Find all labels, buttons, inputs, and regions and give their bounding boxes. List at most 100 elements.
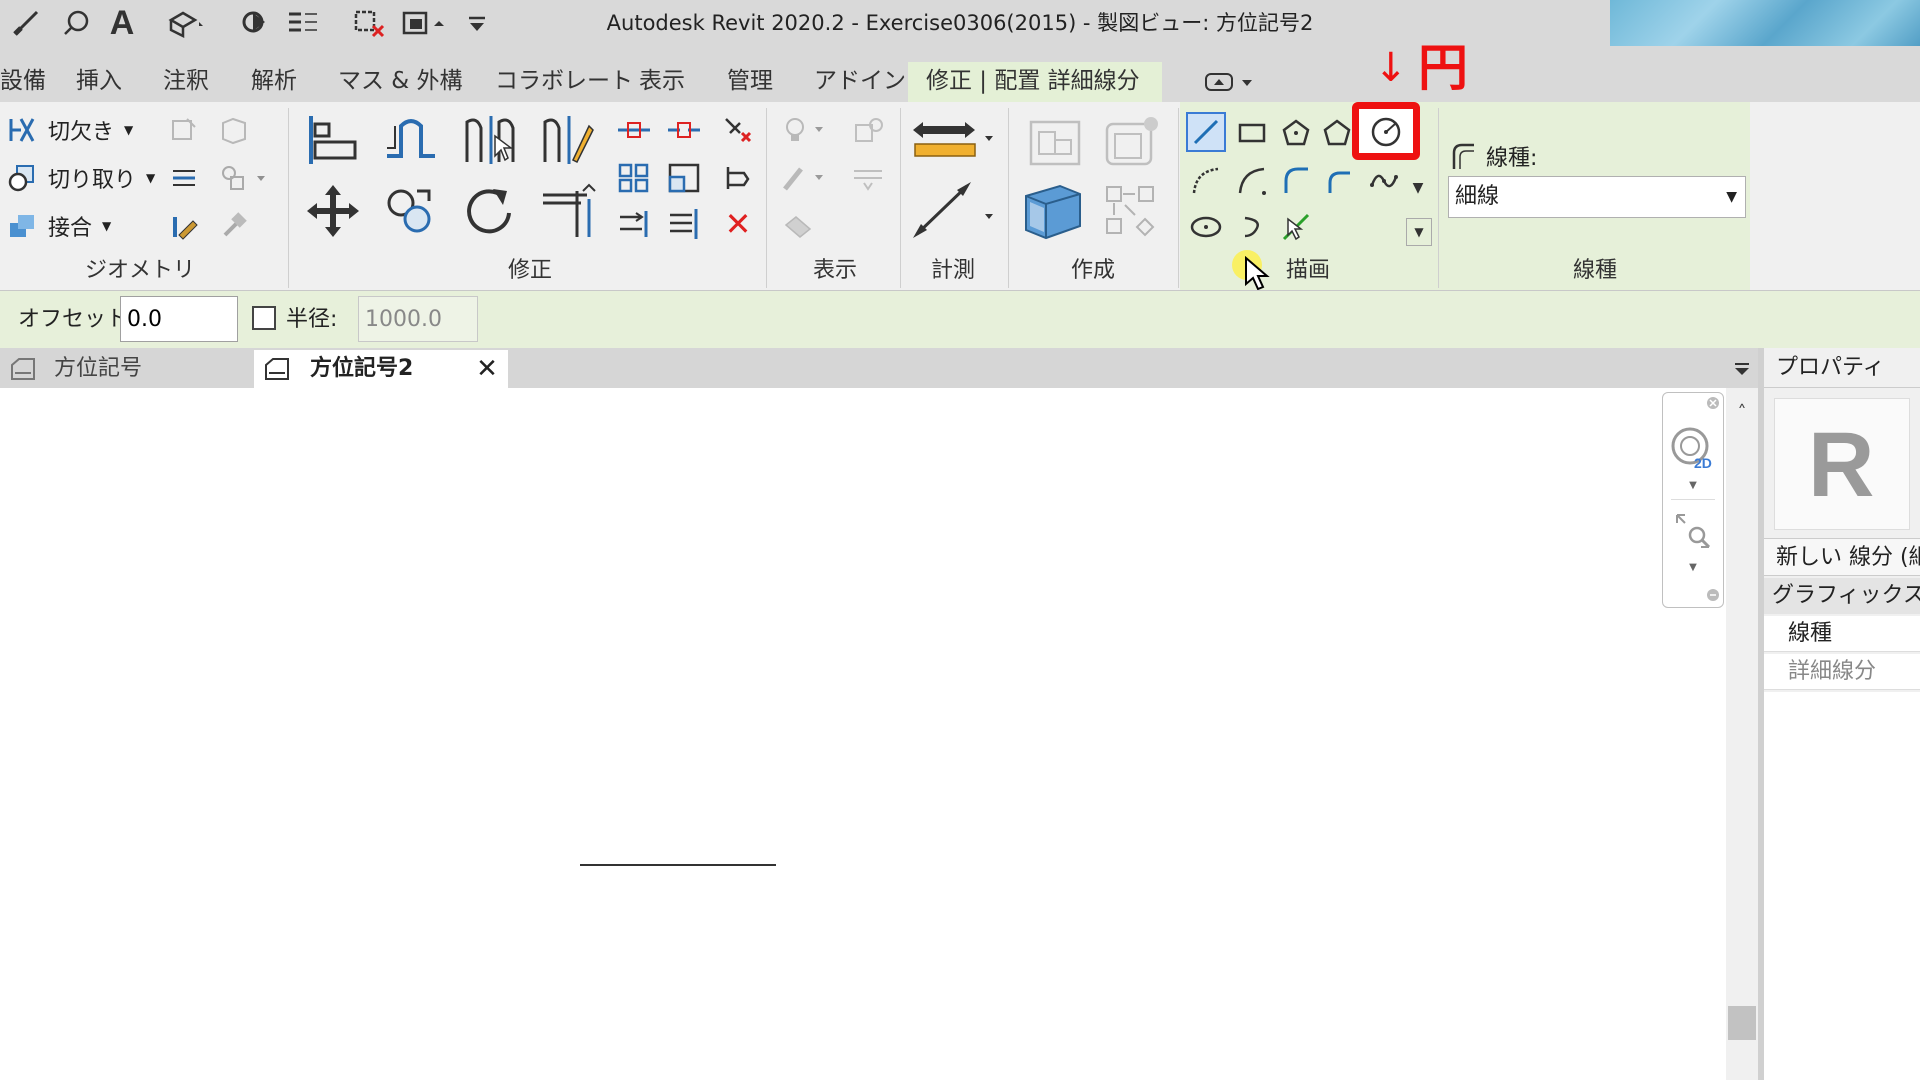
pin-icon[interactable] (716, 160, 760, 196)
eraser-icon[interactable] (776, 208, 820, 244)
revit-logo-icon: R (1783, 407, 1903, 523)
override-graphics-icon[interactable] (846, 112, 890, 148)
drawing-canvas[interactable] (0, 388, 1726, 1080)
panel-display-toggle-icon[interactable] (1200, 66, 1260, 98)
linestyle-param-value[interactable]: 詳細線分 (1764, 654, 1920, 690)
tab-modify-place-detail-lines[interactable]: 修正 | 配置 詳細線分 (926, 46, 1140, 102)
type-preview: R (1774, 398, 1910, 530)
tab-insert[interactable]: 挿入 (76, 46, 122, 102)
create-parts-icon[interactable] (1096, 112, 1166, 172)
tab-annotate[interactable]: 注釈 (163, 46, 209, 102)
unpin-icon[interactable] (716, 112, 760, 148)
measure-between-references-icon[interactable] (906, 112, 998, 172)
trim-extend-corner-icon[interactable] (532, 176, 602, 246)
measure-qat-icon[interactable] (6, 6, 46, 40)
draw-circle-icon[interactable] (1366, 114, 1406, 150)
close-hidden-windows-icon[interactable] (350, 6, 390, 40)
draw-line-icon[interactable] (1186, 112, 1226, 152)
by-category-icon[interactable] (846, 160, 890, 196)
hide-in-view-icon[interactable] (776, 112, 836, 148)
start-end-radius-arc-icon[interactable] (1186, 162, 1226, 200)
linework-dropdown-icon[interactable] (776, 160, 836, 196)
draw-inscribed-polygon-icon[interactable] (1276, 114, 1316, 152)
copy-icon[interactable] (376, 176, 446, 246)
array-icon[interactable] (612, 160, 656, 196)
navbar-options-icon[interactable] (1705, 587, 1721, 603)
mirror-pick-axis-icon[interactable] (454, 110, 524, 170)
zoom-region-icon[interactable] (1671, 509, 1715, 553)
tag-qat-icon[interactable] (58, 6, 94, 40)
tangent-end-arc-icon[interactable] (1276, 162, 1316, 200)
scroll-up-icon[interactable]: ˄ (1728, 400, 1756, 424)
measure-panel-label: 計測 (930, 258, 975, 283)
tab-manage[interactable]: 管理 (727, 46, 773, 102)
view-panel-label: 表示 (812, 258, 857, 283)
demolish-icon[interactable] (214, 208, 254, 244)
mirror-draw-axis-icon[interactable] (532, 110, 602, 170)
detail-line[interactable] (580, 864, 776, 866)
view-tab-label: 方位記号 (54, 356, 143, 381)
spline-icon[interactable] (1364, 162, 1404, 200)
paint-icon[interactable] (164, 208, 204, 244)
move-icon[interactable] (298, 176, 368, 246)
dimension-aligned-icon[interactable] (906, 178, 998, 244)
create-similar-icon[interactable] (1096, 176, 1166, 246)
draw-circumscribed-polygon-icon[interactable] (1320, 114, 1354, 152)
draw-gallery-expand-icon[interactable]: ▼ (1406, 218, 1432, 246)
radius-checkbox[interactable] (252, 306, 276, 330)
draw-gallery-scroll-down-icon[interactable]: ▼ (1408, 176, 1428, 200)
tab-view[interactable]: 表示 (639, 46, 685, 102)
beam-column-joins-icon[interactable] (164, 160, 204, 196)
tab-addins[interactable]: アドイン (814, 46, 906, 102)
section-qat-icon[interactable] (236, 6, 272, 40)
type-selector[interactable]: 新しい 線分 (細 (1764, 538, 1920, 576)
steering-wheel-2d-icon[interactable]: 2D (1667, 423, 1719, 475)
cope-button[interactable]: 切欠き ▼ (4, 112, 133, 148)
pick-lines-icon[interactable] (1276, 208, 1316, 246)
default-3d-view-icon[interactable] (160, 6, 210, 40)
vertical-scrollbar[interactable] (1726, 388, 1758, 1080)
tab-analyze[interactable]: 解析 (251, 46, 297, 102)
tab-list-dropdown-icon[interactable] (1728, 354, 1756, 384)
align-icon[interactable] (298, 110, 368, 170)
close-tab-icon[interactable]: ✕ (472, 354, 502, 384)
tab-collaborate[interactable]: コラボレート (495, 46, 633, 102)
partial-ellipse-icon[interactable] (1232, 208, 1272, 246)
tab-massing-site[interactable]: マス & 外構 (338, 46, 463, 102)
split-with-gap-icon[interactable] (662, 112, 706, 148)
cut-button[interactable]: 切り取り ▼ (4, 160, 155, 196)
cope-dropdown-icon: ▼ (124, 123, 134, 137)
tab-mep[interactable]: 設備 (0, 46, 46, 102)
delete-icon[interactable]: ✕ (716, 205, 760, 243)
draw-rectangle-icon[interactable] (1232, 114, 1272, 152)
text-qat-icon[interactable]: A (104, 4, 140, 42)
view-tab-north-arrow-2[interactable]: 方位記号2 ✕ (254, 350, 508, 388)
linestyle-dropdown[interactable]: 細線 ▼ (1448, 176, 1746, 218)
create-group-icon[interactable] (1016, 176, 1090, 246)
radius-input[interactable] (358, 296, 478, 342)
create-assembly-icon[interactable] (1020, 112, 1090, 172)
split-element-icon[interactable] (612, 112, 656, 148)
join-button[interactable]: 接合 ▼ (4, 208, 111, 244)
wall-joins-icon[interactable] (164, 112, 204, 148)
graphics-group-header[interactable]: グラフィックス (1764, 578, 1920, 614)
offset-icon[interactable] (376, 110, 446, 170)
fillet-arc-icon[interactable] (1320, 162, 1360, 200)
split-face-icon[interactable] (214, 112, 254, 148)
trim-extend-single-icon[interactable] (612, 206, 656, 242)
view-tab-north-arrow[interactable]: 方位記号 (0, 350, 250, 388)
scale-icon[interactable] (662, 160, 706, 196)
trim-extend-multiple-icon[interactable] (662, 206, 706, 242)
steering-wheel-dropdown-icon[interactable]: ▼ (1683, 477, 1703, 493)
rotate-icon[interactable] (454, 176, 524, 246)
ellipse-icon[interactable] (1186, 208, 1226, 246)
scrollbar-thumb[interactable] (1728, 1006, 1756, 1040)
center-ends-arc-icon[interactable] (1232, 162, 1272, 200)
switch-windows-icon[interactable] (398, 6, 452, 40)
zoom-dropdown-icon[interactable]: ▼ (1683, 559, 1703, 575)
close-navbar-icon[interactable] (1705, 395, 1721, 411)
wall-joins-dropdown-icon[interactable] (214, 160, 274, 196)
offset-input[interactable] (120, 296, 238, 342)
customize-qat-icon[interactable] (462, 6, 492, 40)
thin-lines-qat-icon[interactable] (282, 6, 322, 40)
